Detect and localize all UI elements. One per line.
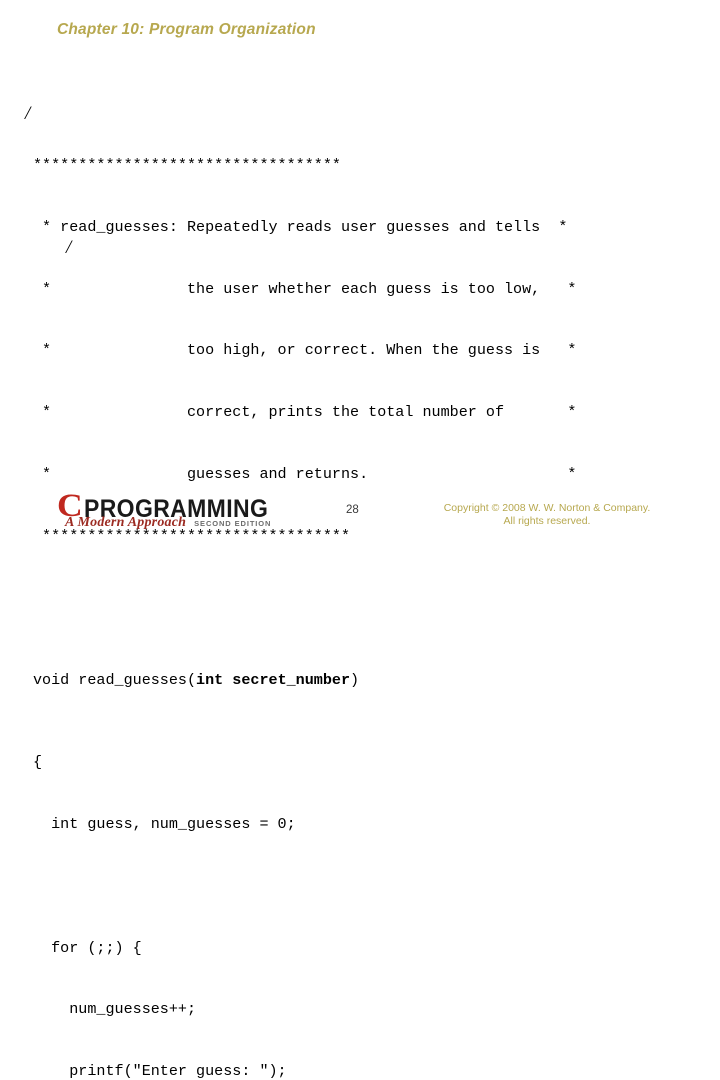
- copyright-notice: Copyright © 2008 W. W. Norton & Company.…: [422, 502, 672, 528]
- copyright-line-1: Copyright © 2008 W. W. Norton & Company.: [443, 502, 651, 514]
- logo-subtitle-row: A Modern Approach Second Edition: [65, 516, 271, 530]
- book-logo: C PROGRAMMING A Modern Approach Second E…: [57, 489, 287, 536]
- comment-open-slash: /: [25, 103, 31, 124]
- logo-edition-label: Second Edition: [194, 519, 272, 528]
- code-line: **********************************: [33, 155, 341, 174]
- code-line: * correct, prints the total number of *: [33, 403, 577, 422]
- code-line: * read_guesses: Repeatedly reads user gu…: [33, 217, 568, 236]
- code-fragment: void read_guesses(: [33, 670, 197, 689]
- code-line: * the user whether each guess is too low…: [33, 279, 577, 298]
- code-line: num_guesses++;: [33, 1000, 197, 1019]
- code-line: int guess, num_guesses = 0;: [33, 814, 296, 833]
- code-line: for (;;) {: [33, 938, 142, 957]
- slide-canvas: Chapter 10: Program Organization / / ***…: [0, 0, 720, 1080]
- code-line-function-signature: void read_guesses(int secret_number): [33, 670, 713, 691]
- logo-subtitle: A Modern Approach: [65, 515, 187, 530]
- slide-footer: C PROGRAMMING A Modern Approach Second E…: [0, 489, 720, 540]
- code-listing: / / ********************************** *…: [25, 52, 713, 1080]
- code-line: {: [33, 753, 43, 772]
- page-title: Chapter 10: Program Organization: [57, 21, 316, 38]
- code-line: printf("Enter guess: ");: [33, 1062, 287, 1080]
- code-line: * guesses and returns. *: [33, 464, 577, 483]
- copyright-line-2: All rights reserved.: [503, 515, 591, 527]
- code-fragment-bold: int secret_number: [196, 670, 351, 689]
- code-fragment: ): [350, 670, 360, 689]
- page-number: 28: [346, 504, 359, 516]
- code-line: * too high, or correct. When the guess i…: [33, 341, 577, 360]
- comment-close-slash: /: [66, 237, 72, 258]
